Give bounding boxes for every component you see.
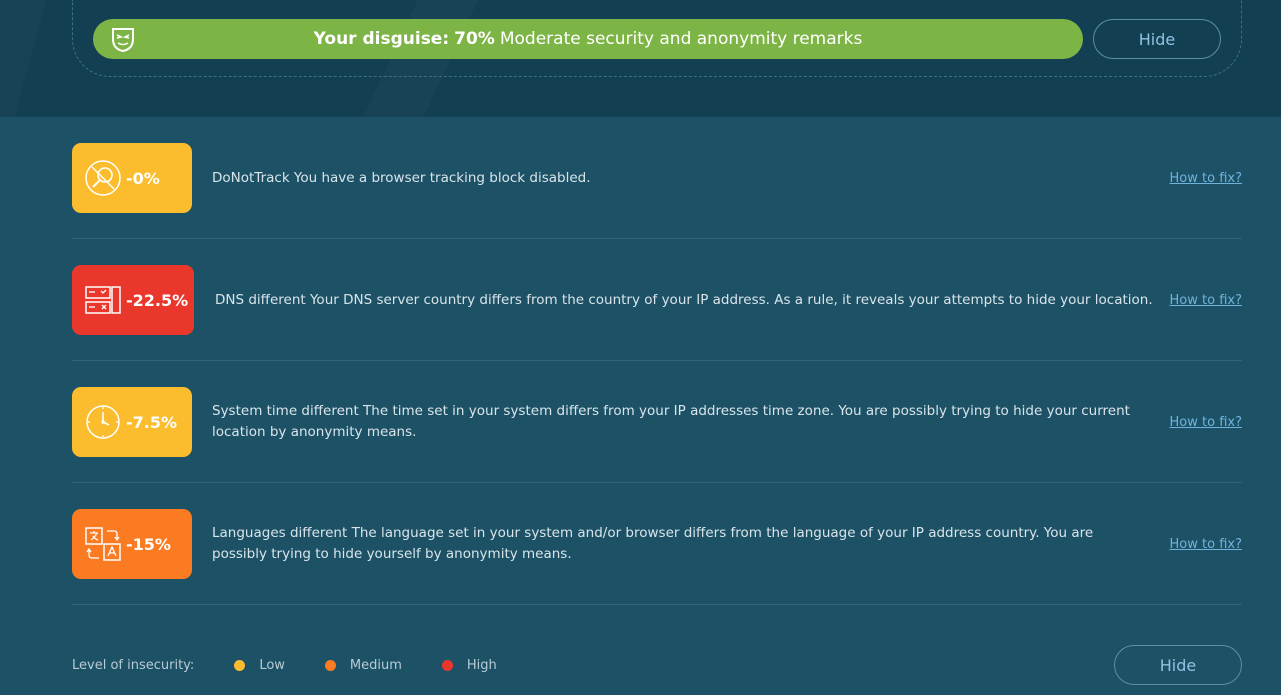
- badge-value: -0%: [126, 168, 160, 188]
- severity-badge: -0%: [72, 143, 192, 213]
- check-description: DNS different Your DNS server country di…: [215, 291, 1153, 308]
- check-row-donottrack: -0% DoNotTrack You have a browser tracki…: [72, 117, 1242, 239]
- badge-value: -15%: [126, 534, 171, 554]
- severity-badge: -22.5%: [72, 265, 194, 335]
- decor-streak: [0, 0, 57, 117]
- check-row-languages: -15% Languages different The language se…: [72, 483, 1242, 605]
- legend-item-low: Low: [234, 658, 285, 673]
- check-description: Languages different The language set in …: [212, 525, 1094, 562]
- legend-item-medium: Medium: [324, 657, 402, 673]
- how-to-fix-link[interactable]: How to fix?: [1170, 117, 1242, 239]
- check-row-dns: -22.5% DNS different Your DNS server cou…: [72, 239, 1242, 361]
- hide-button-top[interactable]: Hide: [1093, 19, 1221, 59]
- check-row-system-time: -7.5% System time different The time set…: [72, 361, 1242, 483]
- legend-title: Level of insecurity:: [72, 657, 195, 673]
- legend-dot-medium: [324, 659, 336, 671]
- language-translate-icon: [85, 527, 121, 561]
- insecurity-legend: Level of insecurity: Low Medium High: [72, 655, 497, 675]
- disguise-label: Your disguise:: [313, 29, 450, 49]
- disguise-remark: Moderate security and anonymity remarks: [499, 29, 863, 49]
- legend-label: Low: [259, 657, 285, 673]
- legend-item-high: High: [441, 657, 497, 673]
- how-to-fix-link[interactable]: How to fix?: [1170, 483, 1242, 605]
- disguise-percent: 70%: [454, 29, 495, 49]
- legend-dot-low: [234, 659, 246, 671]
- severity-badge: -7.5%: [72, 387, 192, 457]
- hide-button-bottom[interactable]: Hide: [1114, 645, 1242, 685]
- disguise-score-bar: Your disguise: 70% Moderate security and…: [93, 19, 1083, 59]
- badge-value: -22.5%: [126, 290, 189, 310]
- check-description: System time different The time set in yo…: [212, 403, 1130, 440]
- legend-label: High: [466, 657, 497, 673]
- how-to-fix-link[interactable]: How to fix?: [1170, 239, 1242, 361]
- how-to-fix-link[interactable]: How to fix?: [1170, 361, 1242, 483]
- severity-badge: -15%: [72, 509, 192, 579]
- legend-label: Medium: [349, 657, 402, 673]
- tracking-search-icon: [85, 160, 121, 196]
- clock-icon: [86, 405, 120, 439]
- legend-dot-high: [441, 659, 453, 671]
- check-description: DoNotTrack You have a browser tracking b…: [212, 169, 591, 186]
- badge-value: -7.5%: [126, 412, 178, 432]
- anonymous-mask-icon: [112, 28, 134, 53]
- dns-server-icon: [85, 286, 121, 314]
